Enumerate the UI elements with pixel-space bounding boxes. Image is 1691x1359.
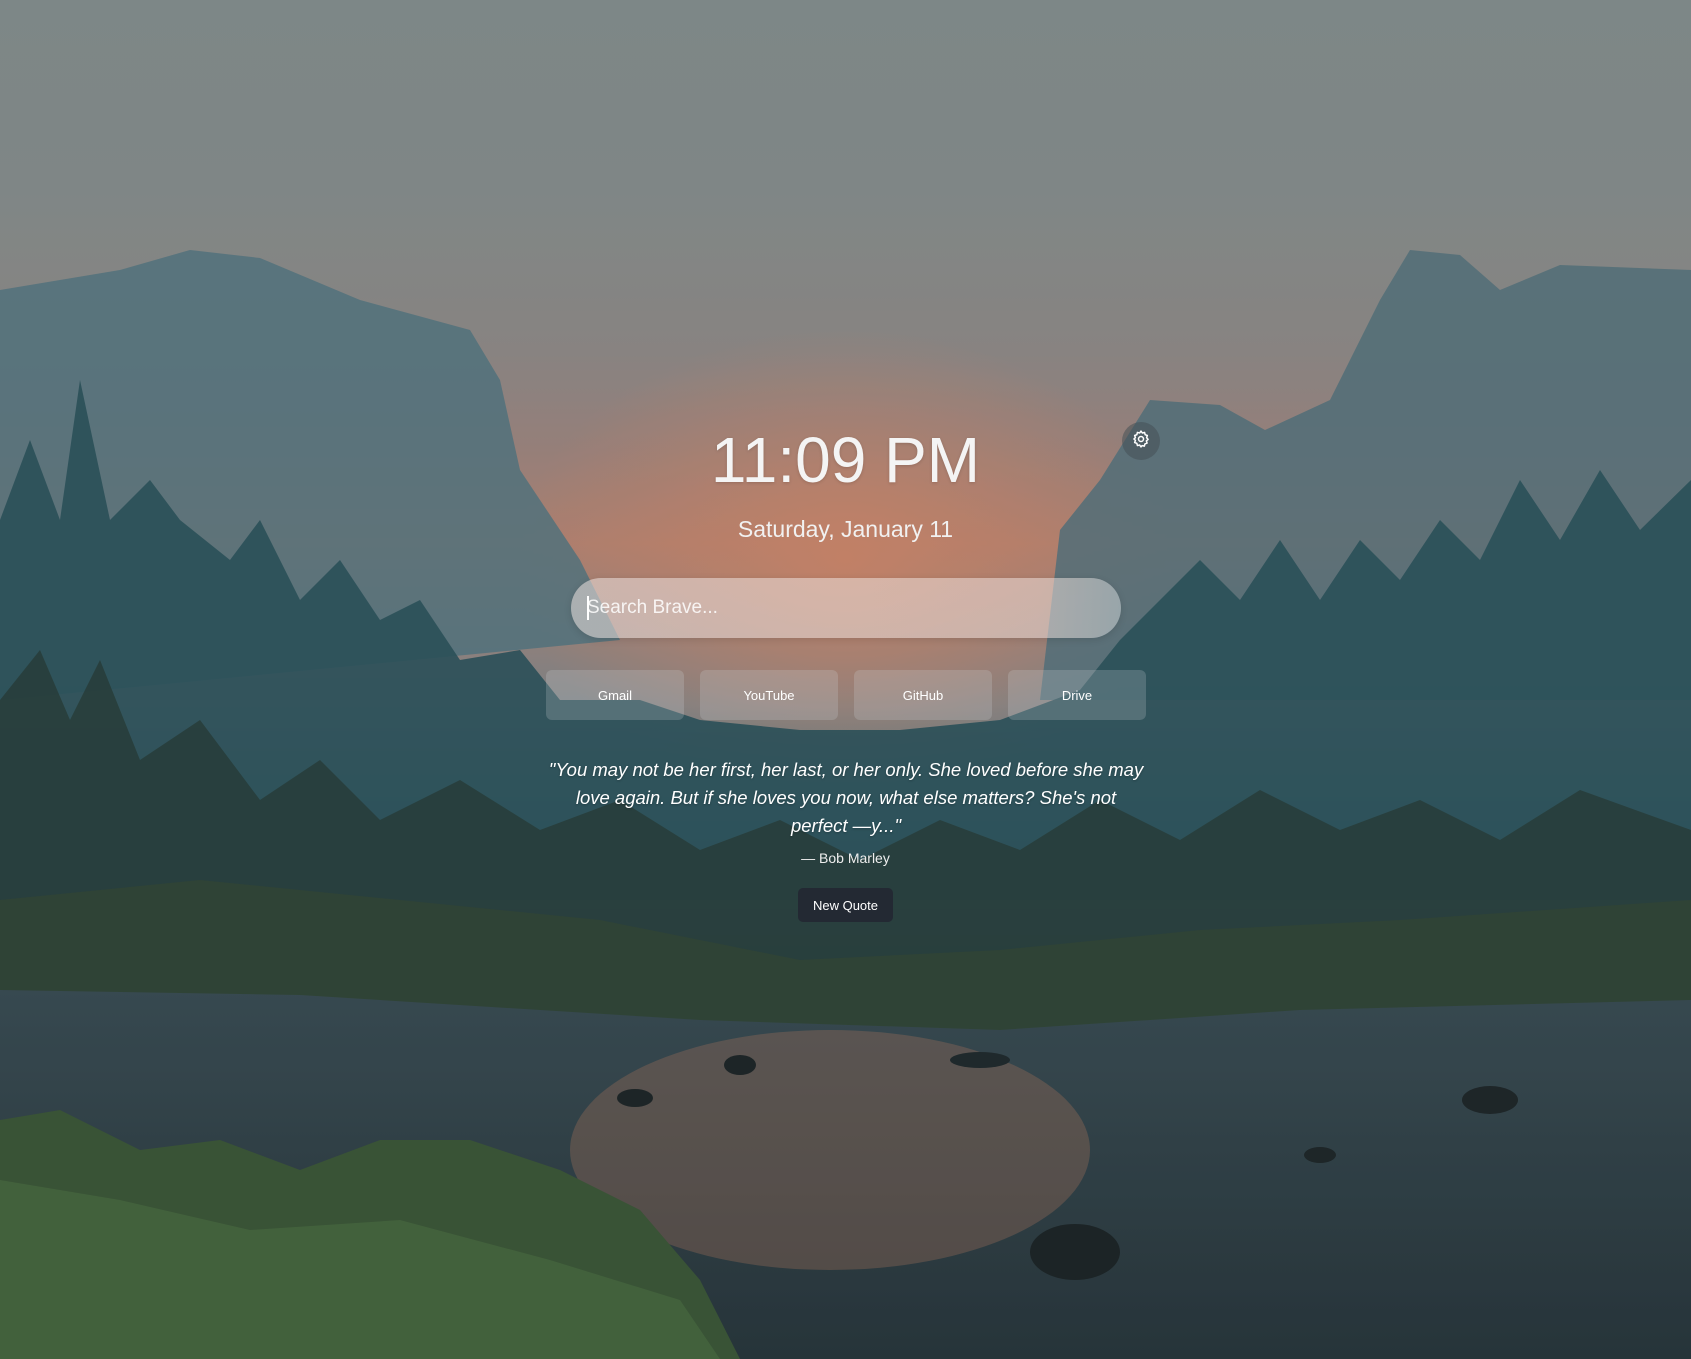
search-input[interactable] [571, 578, 1121, 638]
clock-date: Saturday, January 11 [737, 516, 954, 542]
shortcut-drive[interactable]: Drive [1008, 670, 1146, 720]
new-quote-label: New Quote [812, 897, 879, 913]
shortcut-youtube[interactable]: YouTube [700, 670, 838, 720]
new-quote-button[interactable]: New Quote [798, 888, 893, 922]
text-cursor [587, 596, 589, 620]
shortcuts-bar: Gmail YouTube GitHub Drive [546, 670, 1146, 720]
shortcut-label: GitHub [902, 687, 944, 703]
shortcut-label: Gmail [598, 687, 632, 703]
shortcut-gmail[interactable]: Gmail [546, 670, 684, 720]
gear-icon [1131, 429, 1151, 454]
new-tab-page: 11:09 PM Saturday, January 11 Gmail YouT… [0, 0, 1691, 1359]
clock-time: 11:09 PM [710, 424, 981, 496]
quote-author: — Bob Marley [801, 850, 890, 866]
shortcut-label: YouTube [743, 687, 795, 703]
shortcut-label: Drive [1061, 687, 1093, 703]
shortcut-github[interactable]: GitHub [854, 670, 992, 720]
quote-text: "You may not be her first, her last, or … [548, 759, 1144, 836]
settings-button[interactable] [1122, 422, 1160, 460]
